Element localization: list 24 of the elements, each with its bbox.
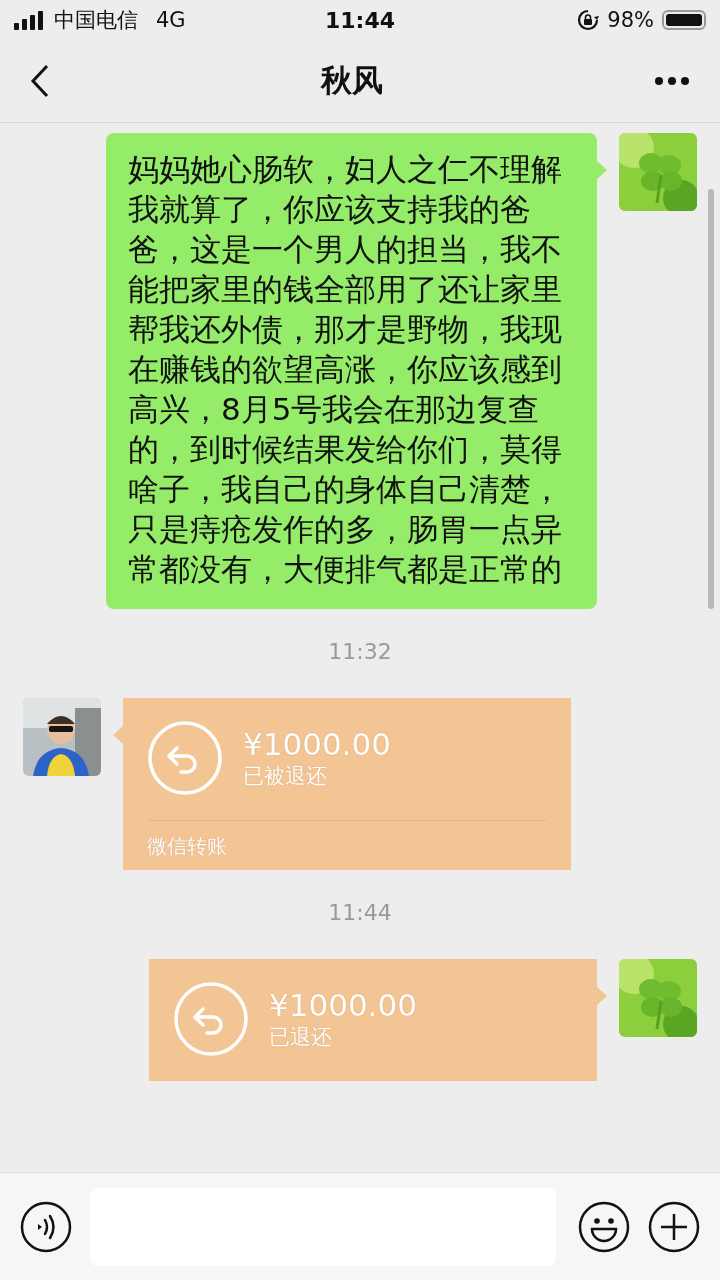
transfer-label: 微信转账 — [147, 834, 227, 858]
return-icon — [147, 720, 223, 796]
emoji-icon[interactable] — [578, 1200, 630, 1253]
transfer-amount: ¥1000.00 — [243, 726, 391, 762]
battery-icon — [662, 10, 706, 30]
rotation-lock-icon — [577, 9, 600, 31]
add-icon[interactable] — [648, 1200, 700, 1253]
timestamp: 11:32 — [328, 639, 392, 664]
back-icon[interactable] — [30, 64, 50, 98]
clock: 11:44 — [325, 7, 395, 33]
network-type: 4G — [156, 8, 186, 32]
transfer-status: 已被退还 — [243, 763, 328, 790]
transfer-amount: ¥1000.00 — [269, 987, 417, 1023]
return-icon — [173, 981, 249, 1057]
signal-icon — [14, 10, 46, 30]
battery-percent: 98% — [607, 8, 654, 32]
chat-title: 秋风 — [321, 61, 383, 100]
avatar[interactable] — [23, 698, 101, 776]
message-text: 妈妈她心肠软，妇人之仁不理解我就算了，你应该支持我的爸爸，这是一个男人的担当，我不能把家里的钱全部用了还让家里帮我还外债，那才是野物，我现在赚钱的欲望高涨，你应该感到高兴，8月5号我会在那边复查的，到时候结果发给你们，莫得啥子，我自己的身体自己清楚，只是痔疮发作的多，肠胃一点异常都没有，大便排气都是正常的 — [128, 150, 563, 589]
carrier-name: 中国电信 — [54, 7, 138, 34]
voice-icon[interactable] — [20, 1200, 72, 1253]
timestamp: 11:44 — [328, 900, 392, 925]
transfer-status: 已退还 — [269, 1024, 333, 1051]
more-icon[interactable] — [654, 76, 690, 86]
